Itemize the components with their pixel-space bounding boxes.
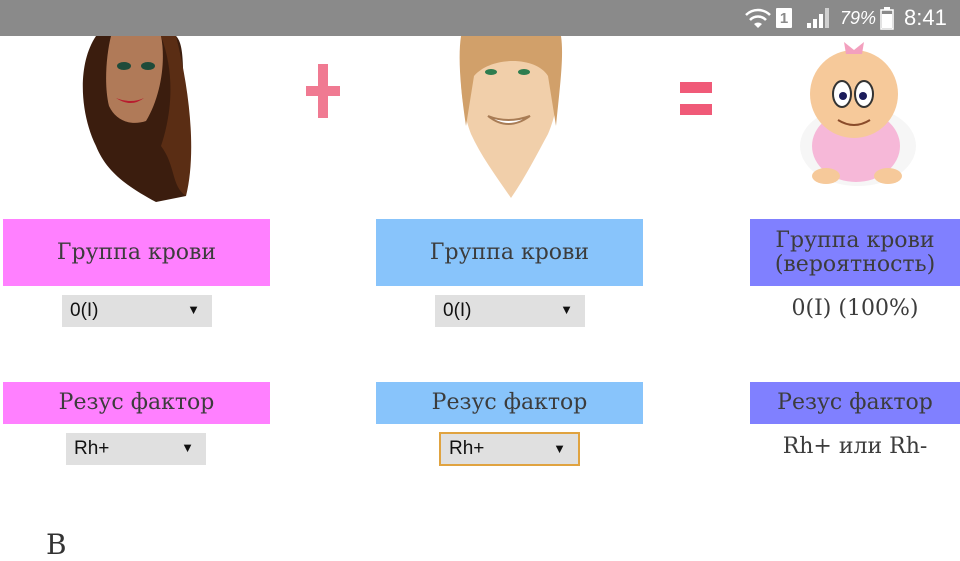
dropdown-arrow-icon: ▼	[553, 441, 566, 456]
mother-rh-select[interactable]: Rh+ ▼	[66, 433, 206, 465]
woman-avatar	[76, 36, 202, 202]
bottom-text: В	[46, 528, 67, 561]
status-bar: 1 79% 8:41	[0, 0, 960, 36]
dropdown-arrow-icon: ▼	[560, 302, 573, 317]
child-rh-result: Rh+ или Rh-	[782, 434, 928, 459]
man-avatar	[456, 36, 566, 200]
mother-rh-value: Rh+	[74, 438, 110, 459]
father-rh-header: Резус фактор	[376, 382, 643, 424]
child-rh-header: Резус фактор	[750, 382, 960, 424]
child-blood-group-header-line2: (вероятность)	[774, 251, 936, 277]
plus-sign	[306, 64, 340, 118]
father-blood-group-select[interactable]: 0(I) ▼	[435, 295, 585, 327]
child-blood-group-header-line1: Группа крови	[775, 227, 935, 253]
mother-blood-group-select[interactable]: 0(I) ▼	[62, 295, 212, 327]
father-rh-select[interactable]: Rh+ ▼	[439, 432, 580, 466]
clock: 8:41	[904, 5, 947, 30]
sim-label: 1	[776, 8, 792, 28]
wifi-icon	[744, 0, 772, 36]
battery-icon	[880, 0, 894, 36]
sim-indicator: 1	[776, 0, 794, 36]
signal-icon	[806, 0, 834, 36]
dropdown-arrow-icon: ▼	[187, 302, 200, 317]
battery-percent: 79%	[840, 7, 877, 28]
dropdown-arrow-icon: ▼	[181, 440, 194, 455]
equals-sign	[680, 82, 712, 116]
mother-rh-header: Резус фактор	[3, 382, 270, 424]
father-rh-value: Rh+	[449, 438, 485, 459]
mother-blood-group-header: Группа крови	[3, 219, 270, 286]
child-blood-group-header: Группа крови (вероятность)	[750, 219, 960, 286]
father-blood-group-header: Группа крови	[376, 219, 643, 286]
baby-avatar	[796, 36, 920, 196]
child-blood-group-result: 0(I) (100%)	[791, 296, 919, 321]
father-blood-group-value: 0(I)	[443, 300, 472, 321]
mother-blood-group-value: 0(I)	[70, 300, 99, 321]
